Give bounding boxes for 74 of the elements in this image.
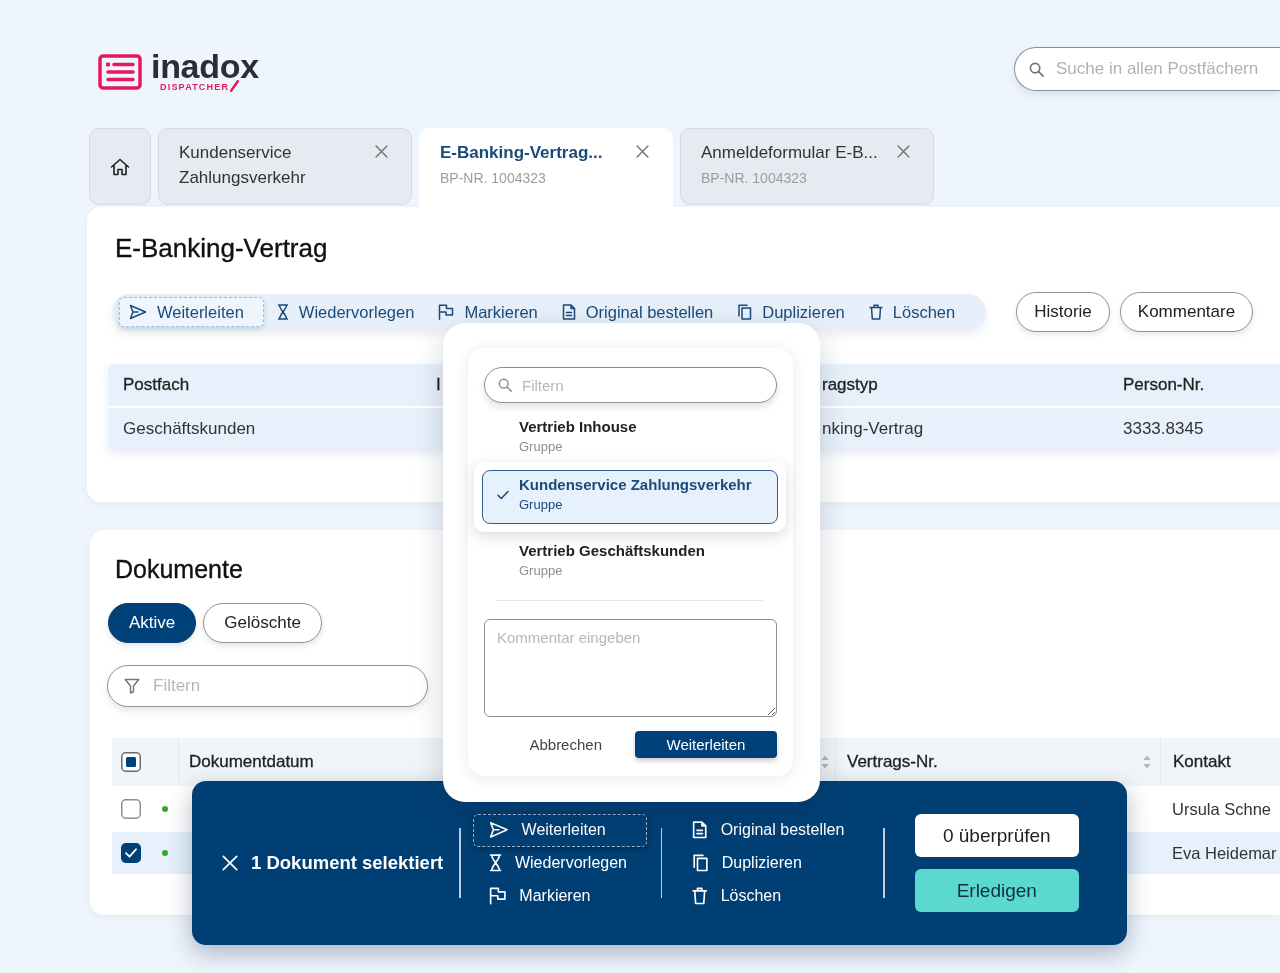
search-input[interactable]: Suche in allen Postfächern [1056, 57, 1280, 81]
tab[interactable]: E-Banking-Vertrag... BP-NR. 1004323 [419, 128, 673, 207]
search-field[interactable]: Suche in allen Postfächern [1014, 47, 1280, 91]
home-tab[interactable] [89, 128, 151, 205]
logo-icon [98, 54, 142, 90]
column-header: Person-Nr. [1123, 375, 1205, 394]
action-button[interactable]: Weiterleiten [472, 813, 647, 847]
page-title: E-Banking-Vertrag [115, 233, 328, 263]
filter-input[interactable]: Filtern [522, 375, 763, 395]
filter-field[interactable]: Filtern [484, 367, 777, 403]
status-filter-button[interactable]: Gelöschte [203, 603, 322, 643]
status-filter-button[interactable]: Aktive [108, 603, 197, 643]
filter-input[interactable]: Filtern [153, 674, 411, 698]
forward-button[interactable]: Weiterleiten [635, 731, 777, 758]
table-value: Geschäftskunden [123, 419, 256, 438]
section-title: Dokumente [115, 554, 243, 584]
logo-tagline: DISPATCHER [160, 82, 230, 92]
hourglass-icon [488, 854, 502, 872]
review-button[interactable]: 0 überprüfen [914, 814, 1079, 857]
toolbar-button[interactable]: Weiterleiten [119, 297, 264, 327]
tab[interactable]: Anmeldeformular E-B... BP-NR. 1004323 [680, 128, 934, 205]
column-header: Dokumentdatum [189, 752, 314, 772]
toolbar-button[interactable]: Markieren [427, 302, 549, 322]
selection-count: 1 Dokument selektiert [251, 852, 444, 874]
slash-icon [230, 80, 240, 92]
toolbar-button[interactable]: Original bestellen [550, 302, 725, 322]
toolbar-button[interactable]: Wiedervorlegen [265, 302, 426, 322]
document-icon [692, 821, 708, 839]
column-header: I [436, 375, 441, 394]
contact-name: Ursula Schne [1172, 799, 1272, 819]
check-icon [497, 490, 509, 500]
recipient-option[interactable]: Vertrieb Inhouse Gruppe [482, 412, 778, 466]
action-button[interactable]: Duplizieren [676, 846, 860, 880]
table-value: 3333.8345 [1123, 419, 1204, 438]
funnel-icon [124, 678, 140, 694]
column-header: Kontakt [1173, 752, 1231, 772]
send-icon [488, 821, 509, 839]
send-icon [129, 304, 147, 320]
recipient-option[interactable]: Kundenservice Zahlungsverkehr Gruppe [482, 470, 778, 524]
search-icon [498, 378, 512, 392]
copy-icon [737, 304, 753, 320]
column-header: Vertrags-Nr. [847, 752, 938, 772]
done-button[interactable]: Erledigen [914, 869, 1079, 912]
checkbox[interactable] [121, 752, 141, 772]
copy-icon [692, 854, 709, 872]
action-button[interactable]: Wiedervorlegen [472, 846, 647, 880]
trash-icon [692, 887, 708, 905]
table-value: nking-Vertrag [822, 419, 924, 438]
pill-button[interactable]: Kommentare [1119, 292, 1254, 332]
action-button[interactable]: Löschen [676, 879, 860, 913]
contact-name: Eva Heidemar [1172, 843, 1277, 863]
comment-field[interactable]: Kommentar eingeben [484, 619, 777, 717]
home-icon [110, 157, 130, 176]
cancel-button[interactable]: Abbrechen [496, 731, 635, 758]
column-header: ragstyp [822, 375, 878, 394]
document-icon [561, 304, 576, 320]
column-header: Postfach [123, 375, 190, 394]
action-button[interactable]: Markieren [472, 879, 647, 913]
search-icon [1029, 61, 1044, 77]
toolbar-button[interactable]: Duplizieren [726, 302, 856, 322]
close-icon[interactable] [636, 145, 649, 158]
toolbar-button[interactable]: Löschen [857, 302, 967, 322]
flag-icon [438, 304, 455, 320]
action-button[interactable]: Original bestellen [676, 813, 860, 847]
recipient-option[interactable]: Vertrieb Geschäftskunden Gruppe [482, 536, 778, 590]
tab[interactable]: Kundenservice Zahlungsverkehr [158, 128, 412, 205]
logo-text: inadox [151, 52, 259, 81]
pill-button[interactable]: Historie [1016, 292, 1110, 332]
checkbox[interactable] [121, 843, 141, 863]
trash-icon [868, 304, 883, 320]
checkbox[interactable] [121, 799, 141, 819]
flag-icon [488, 887, 507, 905]
hourglass-icon [276, 304, 289, 320]
filter-field[interactable]: Filtern [107, 665, 428, 707]
